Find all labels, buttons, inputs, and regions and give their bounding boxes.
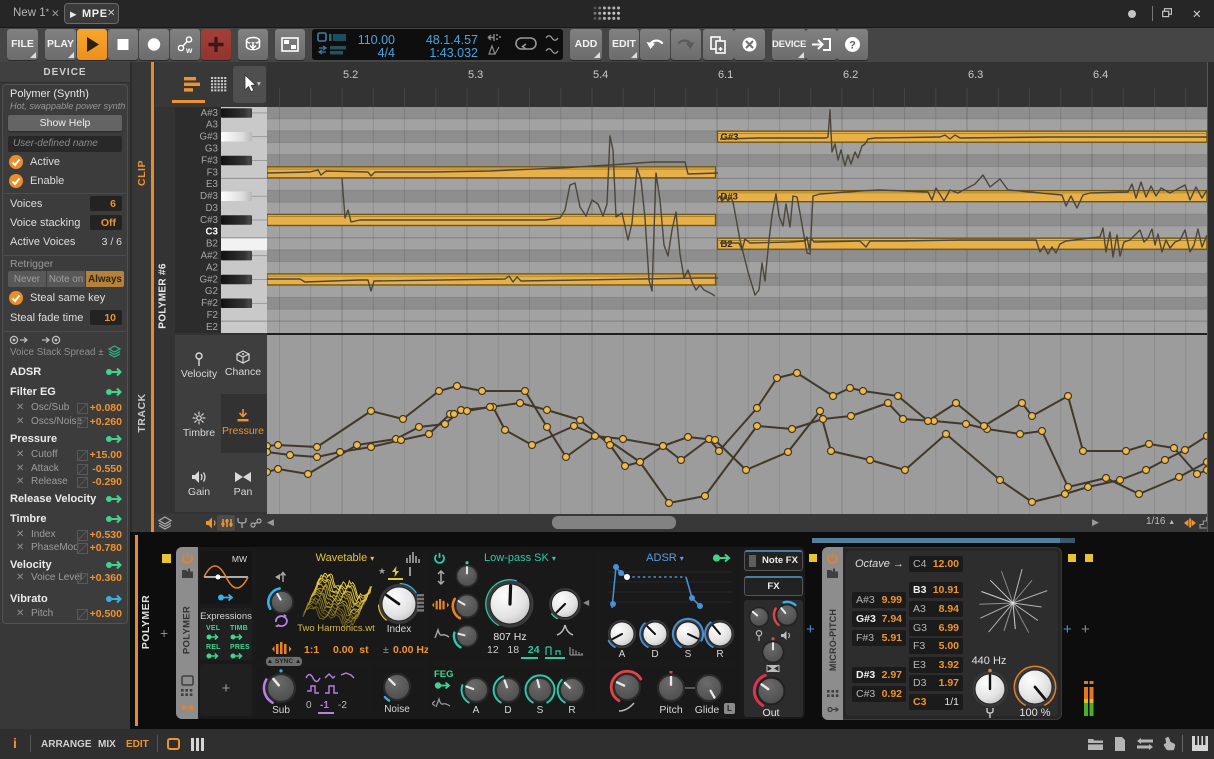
svg-text:G#3: G#3 bbox=[721, 132, 739, 143]
svg-text:D#3: D#3 bbox=[200, 191, 219, 202]
svg-text:MW: MW bbox=[232, 554, 247, 564]
svg-text:B2: B2 bbox=[206, 239, 218, 250]
svg-text:G3: G3 bbox=[205, 144, 219, 155]
svg-text:G#3: G#3 bbox=[199, 132, 218, 143]
svg-text:A#2: A#2 bbox=[201, 251, 218, 262]
svg-text:E3: E3 bbox=[206, 179, 219, 190]
svg-text:G#2: G#2 bbox=[199, 274, 218, 285]
svg-text:D3: D3 bbox=[205, 203, 218, 214]
svg-text:A2: A2 bbox=[206, 262, 218, 273]
svg-text:F3: F3 bbox=[207, 167, 219, 178]
svg-text:C#3: C#3 bbox=[200, 215, 219, 226]
svg-text:w: w bbox=[185, 46, 193, 55]
svg-text:E2: E2 bbox=[206, 322, 218, 333]
svg-text:A#3: A#3 bbox=[201, 108, 219, 119]
svg-text:A3: A3 bbox=[206, 120, 219, 131]
svg-text:F#2: F#2 bbox=[201, 298, 218, 309]
svg-text:F#3: F#3 bbox=[201, 155, 218, 166]
svg-text:B2: B2 bbox=[721, 239, 733, 250]
svg-text:C3: C3 bbox=[205, 227, 218, 238]
svg-text:G2: G2 bbox=[205, 286, 218, 297]
svg-text:F2: F2 bbox=[207, 310, 218, 321]
svg-text:?: ? bbox=[849, 40, 856, 52]
